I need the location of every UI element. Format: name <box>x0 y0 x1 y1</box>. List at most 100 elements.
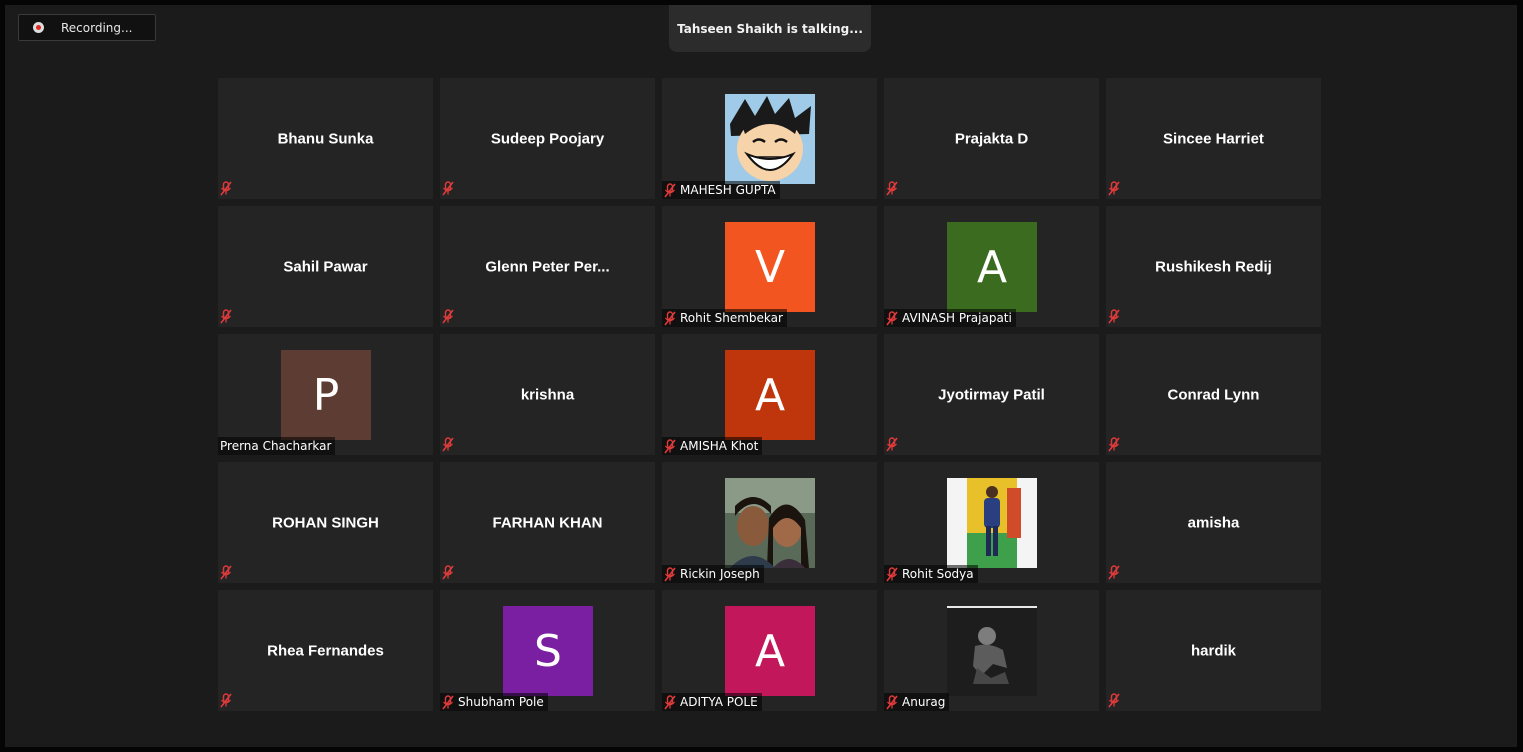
profile-photo <box>725 94 815 184</box>
participant-tile[interactable]: Jyotirmay Patil <box>884 334 1099 455</box>
muted-indicator <box>1108 693 1124 710</box>
muted-mic-icon <box>886 694 898 709</box>
active-speaker-banner: Tahseen Shaikh is talking... <box>669 5 871 52</box>
participant-tile[interactable]: V Rohit Shembekar <box>662 206 877 327</box>
participant-tile[interactable]: P Prerna Chacharkar <box>218 334 433 455</box>
participant-name-label: Rohit Shembekar <box>662 309 787 327</box>
muted-indicator <box>442 309 458 326</box>
participant-tile[interactable]: amisha <box>1106 462 1321 583</box>
participant-tile[interactable]: ROHAN SINGH <box>218 462 433 583</box>
participant-tile[interactable]: Conrad Lynn <box>1106 334 1321 455</box>
muted-mic-icon <box>220 565 232 580</box>
participant-tile[interactable]: A AVINASH Prajapati <box>884 206 1099 327</box>
participant-name: MAHESH GUPTA <box>680 183 776 197</box>
participant-tile[interactable]: A ADITYA POLE <box>662 590 877 711</box>
participant-name-label: AMISHA Khot <box>662 437 763 455</box>
recording-label: Recording... <box>61 20 133 35</box>
avatar: P <box>281 350 371 440</box>
muted-indicator <box>886 437 902 454</box>
participant-name: Rohit Shembekar <box>680 311 783 325</box>
muted-mic-icon <box>442 565 454 580</box>
participant-name: Rohit Sodya <box>902 567 974 581</box>
participant-tile[interactable]: Sahil Pawar <box>218 206 433 327</box>
avatar-initial: A <box>976 241 1008 293</box>
avatar: A <box>725 350 815 440</box>
recording-indicator[interactable]: Recording... <box>18 14 156 41</box>
participant-tile[interactable]: A AMISHA Khot <box>662 334 877 455</box>
muted-mic-icon <box>664 694 676 709</box>
participant-name-label: Rickin Joseph <box>662 565 764 583</box>
muted-mic-icon <box>664 182 676 197</box>
profile-photo <box>947 478 1037 568</box>
avatar-initial: A <box>754 369 786 421</box>
participant-name: AVINASH Prajapati <box>902 311 1012 325</box>
muted-mic-icon <box>1108 693 1120 708</box>
muted-mic-icon <box>1108 181 1120 196</box>
participant-name-label: MAHESH GUPTA <box>662 181 780 199</box>
participant-tile[interactable]: Glenn Peter Per... <box>440 206 655 327</box>
participant-name: Rickin Joseph <box>680 567 760 581</box>
muted-mic-icon <box>442 309 454 324</box>
participant-tile[interactable]: Rohit Sodya <box>884 462 1099 583</box>
muted-mic-icon <box>664 310 676 325</box>
muted-indicator <box>220 693 236 710</box>
muted-mic-icon <box>1108 437 1120 452</box>
participant-name-label: Anurag <box>884 693 950 711</box>
profile-photo <box>947 606 1037 696</box>
muted-mic-icon <box>886 181 898 196</box>
participant-name: Bhanu Sunka <box>277 130 374 147</box>
participant-tile[interactable]: hardik <box>1106 590 1321 711</box>
muted-mic-icon <box>664 438 676 453</box>
participant-name: Sudeep Poojary <box>490 130 605 147</box>
participant-name-label: Shubham Pole <box>440 693 548 711</box>
muted-indicator <box>220 309 236 326</box>
muted-mic-icon <box>220 309 232 324</box>
participant-tile[interactable]: Sincee Harriet <box>1106 78 1321 199</box>
muted-indicator <box>442 437 458 454</box>
avatar: V <box>725 222 815 312</box>
muted-indicator <box>1108 309 1124 326</box>
participant-name: Glenn Peter Per... <box>485 258 610 275</box>
profile-photo <box>725 478 815 568</box>
avatar-initial: S <box>534 625 562 677</box>
participant-tile[interactable]: krishna <box>440 334 655 455</box>
participant-tile[interactable]: S Shubham Pole <box>440 590 655 711</box>
participant-name: ROHAN SINGH <box>272 514 379 531</box>
muted-mic-icon <box>442 437 454 452</box>
participant-name: hardik <box>1190 642 1236 659</box>
participant-name-label: ADITYA POLE <box>662 693 762 711</box>
participant-name: Jyotirmay Patil <box>938 386 1045 403</box>
participant-tile[interactable]: Rickin Joseph <box>662 462 877 583</box>
participant-name: Rushikesh Redij <box>1155 258 1272 275</box>
participant-tile[interactable]: Rhea Fernandes <box>218 590 433 711</box>
participant-name: Sahil Pawar <box>283 258 368 275</box>
avatar-initial: V <box>754 241 786 293</box>
participant-name: Sincee Harriet <box>1163 130 1264 147</box>
participant-tile[interactable]: FARHAN KHAN <box>440 462 655 583</box>
participant-name: Shubham Pole <box>458 695 544 709</box>
muted-indicator <box>220 565 236 582</box>
muted-indicator <box>1108 181 1124 198</box>
active-speaker-text: Tahseen Shaikh is talking... <box>677 21 863 36</box>
participant-name: Anurag <box>902 695 946 709</box>
muted-indicator <box>1108 565 1124 582</box>
participant-name: Prerna Chacharkar <box>220 439 332 453</box>
muted-indicator <box>1108 437 1124 454</box>
participant-name: AMISHA Khot <box>680 439 759 453</box>
muted-mic-icon <box>220 693 232 708</box>
muted-mic-icon <box>886 566 898 581</box>
participant-name-label: AVINASH Prajapati <box>884 309 1016 327</box>
participant-tile[interactable]: Sudeep Poojary <box>440 78 655 199</box>
participant-tile[interactable]: Prajakta D <box>884 78 1099 199</box>
record-icon <box>33 22 44 33</box>
participant-name: Conrad Lynn <box>1167 386 1260 403</box>
participant-name-label: Rohit Sodya <box>884 565 978 583</box>
muted-mic-icon <box>1108 565 1120 580</box>
participant-tile[interactable]: Anurag <box>884 590 1099 711</box>
avatar: A <box>947 222 1037 312</box>
participant-tile[interactable]: Rushikesh Redij <box>1106 206 1321 327</box>
muted-indicator <box>442 565 458 582</box>
participant-tile[interactable]: MAHESH GUPTA <box>662 78 877 199</box>
participant-tile[interactable]: Bhanu Sunka <box>218 78 433 199</box>
participant-name: krishna <box>520 386 575 403</box>
